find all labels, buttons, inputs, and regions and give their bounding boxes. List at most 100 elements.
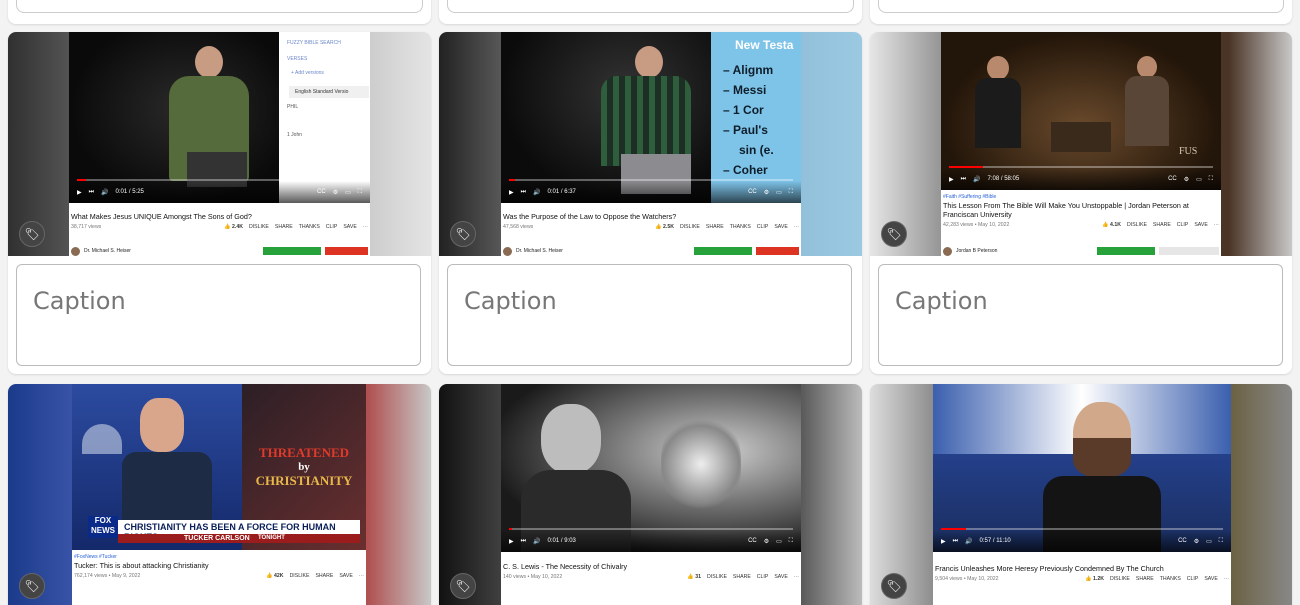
play-icon[interactable]: ▶ xyxy=(941,538,946,545)
settings-icon[interactable]: ⚙ xyxy=(1194,538,1199,545)
more-icon[interactable]: ⋯ xyxy=(1214,222,1219,228)
miniplayer-icon[interactable]: ▭ xyxy=(1206,538,1212,545)
next-icon[interactable]: ⏭ xyxy=(521,538,526,545)
caption-field[interactable]: Caption xyxy=(878,264,1283,366)
volume-icon[interactable]: 🔊 xyxy=(533,189,540,196)
hashtags[interactable]: #Faith #Suffering #Bible xyxy=(943,194,1219,201)
tag-icon[interactable]: 🏷 xyxy=(19,221,45,247)
player-controls[interactable]: ▶ ⏭ 🔊 0:01 / 5:25 CC ⚙ ▭ ⛶ xyxy=(69,181,370,203)
clip-button[interactable]: CLIP xyxy=(757,574,769,580)
play-icon[interactable]: ▶ xyxy=(509,538,514,545)
tag-icon[interactable]: 🏷 xyxy=(881,221,907,247)
next-icon[interactable]: ⏭ xyxy=(89,189,94,196)
like-button[interactable]: 👍 2.5K xyxy=(655,224,674,230)
media-card-6[interactable]: ▶ ⏭ 🔊 0:57 / 11:10 CC ⚙ ▭ ⛶ Francis Unle… xyxy=(870,384,1292,605)
like-button[interactable]: 👍 1.2K xyxy=(1085,576,1104,582)
thumbnail[interactable]: FUZZY BIBLE SEARCH VERSES + Add versions… xyxy=(8,32,431,256)
settings-icon[interactable]: ⚙ xyxy=(1184,176,1189,183)
download-button[interactable] xyxy=(263,247,321,255)
miniplayer-icon[interactable]: ▭ xyxy=(345,189,351,196)
tag-icon[interactable]: 🏷 xyxy=(450,221,476,247)
video-title[interactable]: What Makes Jesus UNIQUE Amongst The Sons… xyxy=(71,212,368,221)
volume-icon[interactable]: 🔊 xyxy=(973,176,980,183)
cc-icon[interactable]: CC xyxy=(748,538,757,544)
thumbnail[interactable]: ▶ ⏭ 🔊 0:57 / 11:10 CC ⚙ ▭ ⛶ Francis Unle… xyxy=(870,384,1292,605)
share-button[interactable]: SHARE xyxy=(275,224,293,230)
media-card-3[interactable]: FUS ▶ ⏭ 🔊 7:08 / 58:05 CC ⚙ ▭ ⛶ #Faith #… xyxy=(870,32,1292,374)
subscribe-button[interactable] xyxy=(325,247,368,255)
volume-icon[interactable]: 🔊 xyxy=(101,189,108,196)
dislike-button[interactable]: DISLIKE xyxy=(680,224,700,230)
dislike-button[interactable]: DISLIKE xyxy=(249,224,269,230)
video-title[interactable]: C. S. Lewis - The Necessity of Chivalry xyxy=(503,562,799,571)
share-button[interactable]: SHARE xyxy=(1136,576,1154,582)
more-icon[interactable]: ⋯ xyxy=(1224,576,1229,582)
like-button[interactable]: 👍 4.1K xyxy=(1102,222,1121,228)
thanks-button[interactable]: THANKS xyxy=(299,224,320,230)
clip-button[interactable]: CLIP xyxy=(1187,576,1199,582)
volume-icon[interactable]: 🔊 xyxy=(965,538,972,545)
thanks-button[interactable]: THANKS xyxy=(730,224,751,230)
like-button[interactable]: 👍 31 xyxy=(687,574,701,580)
video-title[interactable]: This Lesson From The Bible Will Make You… xyxy=(943,201,1219,219)
play-icon[interactable]: ▶ xyxy=(949,176,954,183)
miniplayer-icon[interactable]: ▭ xyxy=(1196,176,1202,183)
tag-icon[interactable]: 🏷 xyxy=(881,573,907,599)
thumbnail[interactable]: FUS ▶ ⏭ 🔊 7:08 / 58:05 CC ⚙ ▭ ⛶ #Faith #… xyxy=(870,32,1292,256)
settings-icon[interactable]: ⚙ xyxy=(764,538,769,545)
video-title[interactable]: Was the Purpose of the Law to Oppose the… xyxy=(503,212,799,221)
tag-icon[interactable]: 🏷 xyxy=(19,573,45,599)
clip-button[interactable]: CLIP xyxy=(1177,222,1189,228)
thumbnail[interactable]: THREATENED by CHRISTIANITY FOX NEWS CHRIS… xyxy=(8,384,431,605)
next-icon[interactable]: ⏭ xyxy=(953,538,958,545)
save-button[interactable]: SAVE xyxy=(1194,222,1207,228)
player-controls[interactable]: ▶ ⏭ 🔊 0:01 / 6:37 CC ⚙ ▭ ⛶ xyxy=(501,181,801,203)
thanks-button[interactable]: THANKS xyxy=(1160,576,1181,582)
tag-icon[interactable]: 🏷 xyxy=(450,573,476,599)
more-icon[interactable]: ⋯ xyxy=(363,224,368,230)
save-button[interactable]: SAVE xyxy=(343,224,356,230)
settings-icon[interactable]: ⚙ xyxy=(333,189,338,196)
save-button[interactable]: SAVE xyxy=(1204,576,1217,582)
media-card-2[interactable]: New Testa – Alignm – Messi – 1 Cor – Pau… xyxy=(439,32,862,374)
avatar[interactable] xyxy=(71,246,80,256)
fullscreen-icon[interactable]: ⛶ xyxy=(1219,538,1223,545)
more-icon[interactable]: ⋯ xyxy=(359,573,364,579)
thumbnail[interactable]: New Testa – Alignm – Messi – 1 Cor – Pau… xyxy=(439,32,862,256)
next-icon[interactable]: ⏭ xyxy=(521,189,526,196)
subscribe-button[interactable] xyxy=(756,247,799,255)
fullscreen-icon[interactable]: ⛶ xyxy=(1209,176,1213,183)
avatar[interactable] xyxy=(943,246,952,256)
share-button[interactable]: SHARE xyxy=(1153,222,1171,228)
caption-field[interactable]: Caption xyxy=(16,264,421,366)
caption-field[interactable]: Caption xyxy=(447,264,852,366)
clip-button[interactable]: CLIP xyxy=(757,224,769,230)
volume-icon[interactable]: 🔊 xyxy=(533,538,540,545)
download-button[interactable] xyxy=(1097,247,1155,255)
more-icon[interactable]: ⋯ xyxy=(794,224,799,230)
player-controls[interactable]: ▶ ⏭ 🔊 0:57 / 11:10 CC ⚙ ▭ ⛶ xyxy=(933,530,1231,552)
like-button[interactable]: 👍 42K xyxy=(266,573,283,579)
media-card-4[interactable]: THREATENED by CHRISTIANITY FOX NEWS CHRIS… xyxy=(8,384,431,605)
fullscreen-icon[interactable]: ⛶ xyxy=(789,189,793,196)
hashtags[interactable]: #FoxNews #Tucker xyxy=(74,554,364,561)
save-button[interactable]: SAVE xyxy=(774,224,787,230)
download-button[interactable] xyxy=(694,247,752,255)
like-button[interactable]: 👍 2.4K xyxy=(224,224,243,230)
video-title[interactable]: Francis Unleashes More Heresy Previously… xyxy=(935,564,1229,573)
player-controls[interactable]: ▶ ⏭ 🔊 7:08 / 58:05 CC ⚙ ▭ ⛶ xyxy=(941,168,1221,190)
channel-name[interactable]: Jordan B Peterson xyxy=(956,248,997,254)
more-icon[interactable]: ⋯ xyxy=(794,574,799,580)
settings-icon[interactable]: ⚙ xyxy=(764,189,769,196)
cc-icon[interactable]: CC xyxy=(1178,538,1187,544)
join-button[interactable] xyxy=(1159,247,1219,255)
clip-button[interactable]: CLIP xyxy=(326,224,338,230)
fullscreen-icon[interactable]: ⛶ xyxy=(358,189,362,196)
share-button[interactable]: SHARE xyxy=(706,224,724,230)
player-controls[interactable]: ▶ ⏭ 🔊 0:01 / 9:03 CC ⚙ ▭ ⛶ xyxy=(501,530,801,552)
channel-name[interactable]: Dr. Michael S. Heiser xyxy=(516,248,563,254)
share-button[interactable]: SHARE xyxy=(733,574,751,580)
share-button[interactable]: SHARE xyxy=(315,573,333,579)
miniplayer-icon[interactable]: ▭ xyxy=(776,538,782,545)
channel-name[interactable]: Dr. Michael S. Heiser xyxy=(84,248,131,254)
